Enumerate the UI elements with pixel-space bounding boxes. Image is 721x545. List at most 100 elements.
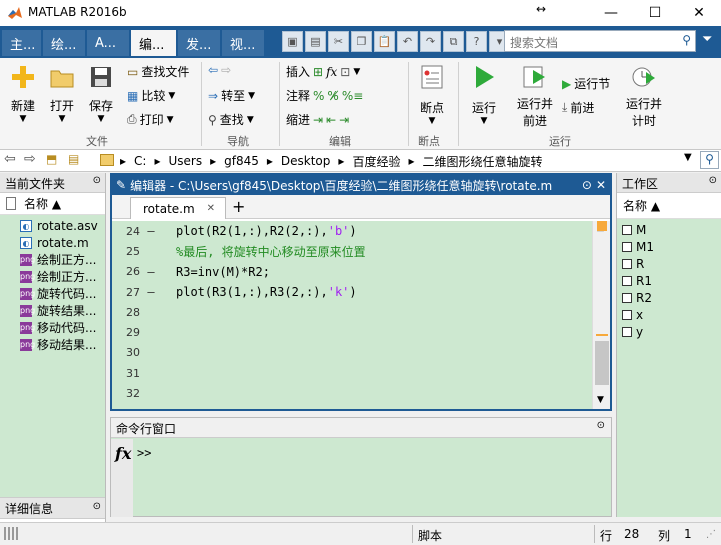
variable-row[interactable]: M	[617, 221, 721, 238]
minimize-button[interactable]: —	[589, 0, 633, 26]
breakpoints-button[interactable]: 断点 ▼	[415, 64, 449, 126]
run-and-time-button[interactable]: 运行并 计时	[624, 64, 664, 129]
code-line[interactable]: 24— plot(R2(1,:),R2(2,:),'b')	[112, 221, 592, 241]
fx-function-browser-icon[interactable]: fx	[115, 444, 131, 463]
run-section-button[interactable]: ▶ 运行节	[562, 75, 610, 92]
advance-button[interactable]: ⤓ 前进	[562, 99, 594, 116]
help-icon[interactable]: ?	[466, 31, 487, 52]
redo-icon[interactable]: ↷	[420, 31, 441, 52]
variable-row[interactable]: R	[617, 255, 721, 272]
warning-marker-icon[interactable]	[597, 221, 607, 231]
save-quick-icon[interactable]: ▤	[305, 31, 326, 52]
browse-folder-icon[interactable]: ▤	[68, 152, 79, 166]
panel-menu-icon[interactable]: ⊙	[93, 175, 101, 186]
code-line[interactable]: 31	[112, 363, 592, 383]
code-area[interactable]: 24— plot(R2(1,:),R2(2,:),'b') 25 %最后, 将旋转中心…	[112, 221, 592, 409]
list-item[interactable]: png 绘制正方...	[0, 251, 105, 268]
breadcrumb-item[interactable]: 百度经验	[352, 153, 400, 170]
wrap-comment-icon[interactable]: %≡	[342, 89, 363, 103]
breadcrumb-item[interactable]: C:	[134, 154, 146, 168]
paste-icon[interactable]: 📋	[374, 31, 395, 52]
breadcrumb-item[interactable]: Desktop	[281, 154, 331, 168]
new-tab-plus-icon[interactable]: +	[232, 197, 245, 216]
cut-icon[interactable]: ✂	[328, 31, 349, 52]
list-item[interactable]: png 移动结果...	[0, 336, 105, 353]
command-window[interactable]: 命令行窗口 ⊙ fx >>	[110, 417, 612, 517]
uncomment-icon[interactable]: %̸	[327, 89, 338, 103]
list-item[interactable]: ◐ rotate.asv	[0, 217, 105, 234]
save-button[interactable]: 保存 ▼	[86, 64, 116, 124]
details-panel-header[interactable]: 详细信息 ⊙	[0, 497, 105, 519]
code-line[interactable]: 26— R3=inv(M)*R2;	[112, 262, 592, 282]
compare-button[interactable]: ▦ 比较 ▼	[127, 87, 175, 104]
code-line[interactable]: 27— plot(R3(1,:),R3(2,:),'k')	[112, 282, 592, 302]
layout-icon[interactable]: ▣	[282, 31, 303, 52]
new-button[interactable]: 新建 ▼	[8, 64, 38, 124]
back-icon[interactable]: ⇦	[4, 151, 16, 167]
decrease-indent-icon[interactable]: ⇤	[326, 113, 336, 127]
tab-home[interactable]: 主...	[2, 30, 42, 56]
breadcrumb-item[interactable]: Users	[168, 154, 202, 168]
insert-fx-icon[interactable]: ⊡	[340, 65, 350, 79]
search-docs-input[interactable]: 搜索文档 ⚲	[504, 30, 696, 52]
code-line[interactable]: 28	[112, 302, 592, 322]
switch-windows-icon[interactable]: ⧉	[443, 31, 464, 52]
path-dropdown-icon[interactable]: ▼	[684, 152, 692, 163]
insert-button[interactable]: 插入 ⊞ fx ⊡ ▼	[286, 63, 360, 80]
nav-back-forward[interactable]: ⇦ ⇨	[208, 63, 231, 77]
tab-close-icon[interactable]: ✕	[207, 203, 215, 214]
breadcrumb-item[interactable]: gf845	[224, 154, 259, 168]
editor-menu-icon[interactable]: ⊙	[582, 178, 592, 192]
command-menu-icon[interactable]: ⊙	[597, 420, 605, 431]
variable-row[interactable]: R1	[617, 272, 721, 289]
variable-row[interactable]: y	[617, 323, 721, 340]
tab-editor[interactable]: 编...	[131, 30, 177, 56]
forward-icon[interactable]: ⇨	[24, 151, 36, 167]
scroll-thumb[interactable]	[595, 341, 609, 385]
tab-plots[interactable]: 绘...	[43, 30, 86, 56]
workspace-menu-icon[interactable]: ⊙	[709, 175, 717, 186]
find-files-button[interactable]: ▭ 查找文件	[127, 63, 189, 80]
indent-button[interactable]: 缩进 ⇥ ⇤ ⇥	[286, 111, 349, 128]
code-line[interactable]: 25 %最后, 将旋转中心移动至原来位置	[112, 241, 592, 261]
print-button[interactable]: ⎙ 打印 ▼	[127, 111, 174, 128]
line-marker[interactable]: —	[140, 265, 162, 279]
list-item[interactable]: png 旋转结果...	[0, 302, 105, 319]
variable-row[interactable]: x	[617, 306, 721, 323]
variable-row[interactable]: R2	[617, 289, 721, 306]
copy-icon[interactable]: ❐	[351, 31, 372, 52]
tab-publish[interactable]: 发...	[178, 30, 221, 56]
breadcrumb-item[interactable]: 二维图形绕任意轴旋转	[422, 153, 542, 170]
editor-scrollbar[interactable]: ▲ ▼	[592, 221, 610, 409]
tab-apps[interactable]: A...	[87, 30, 130, 56]
editor-close-icon[interactable]: ✕	[596, 178, 606, 192]
list-item[interactable]: png 绘制正方...	[0, 268, 105, 285]
search-icon[interactable]: ⚲	[682, 33, 691, 47]
tab-view[interactable]: 视...	[222, 30, 265, 56]
filter-icon[interactable]: ⏷	[702, 32, 712, 47]
line-marker[interactable]: —	[140, 224, 162, 238]
increase-indent-icon[interactable]: ⇥	[339, 113, 349, 127]
variable-row[interactable]: M1	[617, 238, 721, 255]
up-folder-icon[interactable]: ⬒	[46, 152, 57, 166]
warning-line-marker[interactable]	[596, 334, 608, 336]
open-button[interactable]: 打开 ▼	[47, 64, 77, 124]
function-icon[interactable]: fx	[326, 65, 337, 79]
undo-icon[interactable]: ↶	[397, 31, 418, 52]
details-expand-icon[interactable]: ⊙	[93, 501, 101, 512]
resize-grip-icon[interactable]: ⋰	[706, 529, 716, 540]
run-and-advance-button[interactable]: 运行并 前进	[515, 64, 555, 129]
line-marker[interactable]: —	[140, 285, 162, 299]
close-button[interactable]: ✕	[677, 0, 721, 26]
goto-button[interactable]: ⇒ 转至 ▼	[208, 87, 255, 104]
comment-button[interactable]: 注释% %̸ %≡	[286, 87, 363, 104]
find-button[interactable]: ⚲ 查找 ▼	[208, 111, 254, 128]
name-column-header[interactable]: 名称 ▲	[0, 193, 105, 215]
scroll-down-icon[interactable]: ▼	[597, 395, 604, 405]
list-item[interactable]: png 旋转代码...	[0, 285, 105, 302]
workspace-name-column-header[interactable]: 名称 ▲	[617, 193, 721, 219]
run-button[interactable]: 运行 ▼	[467, 64, 501, 126]
list-item[interactable]: png 移动代码...	[0, 319, 105, 336]
editor-tab-rotate[interactable]: rotate.m ✕	[130, 197, 226, 219]
path-search-icon[interactable]: ⚲	[700, 151, 719, 169]
